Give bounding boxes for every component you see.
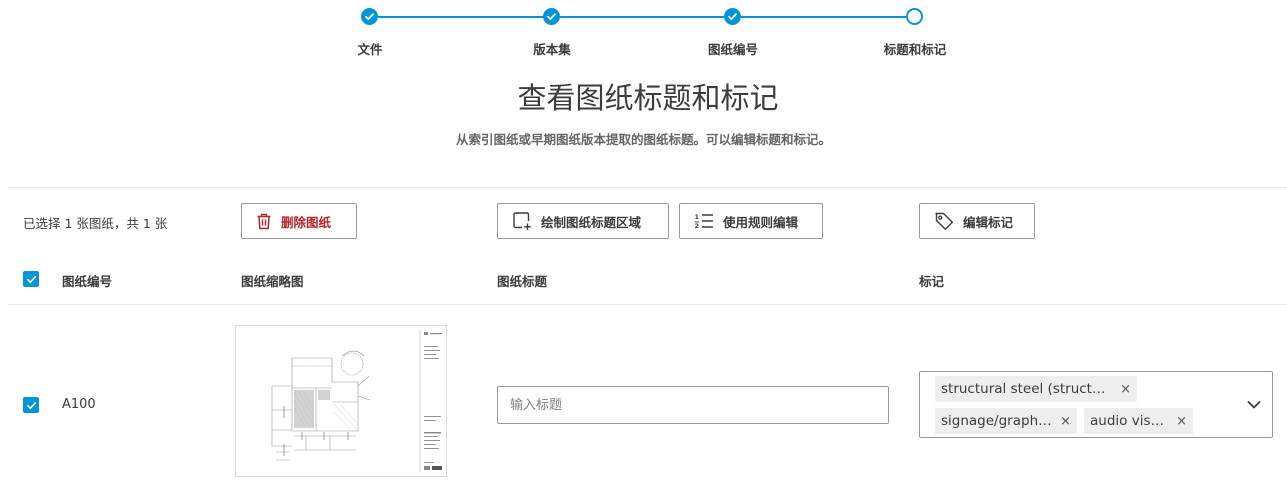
column-header-thumbnail: 图纸缩略图 (241, 274, 304, 289)
edit-with-rules-button[interactable]: 1 2 使用规则编辑 (679, 203, 823, 239)
svg-text:2: 2 (695, 222, 700, 230)
row-checkbox[interactable] (23, 397, 39, 413)
delete-sheet-label: 删除图纸 (281, 214, 332, 230)
tag-chip-label: signage/graphics (941, 413, 1053, 429)
column-header-tags[interactable]: 标记 (919, 271, 944, 290)
tag-chip: audio visual × (1084, 408, 1193, 434)
section-divider (8, 187, 1287, 188)
svg-text:1: 1 (695, 213, 700, 221)
step-3-label: 图纸编号 (707, 42, 759, 57)
edit-tags-button[interactable]: 编辑标记 (919, 203, 1035, 239)
step-1-label: 文件 (357, 42, 383, 57)
edit-with-rules-label: 使用规则编辑 (723, 214, 799, 230)
draw-title-region-button[interactable]: 绘制图纸标题区域 (497, 203, 669, 239)
column-header-title[interactable]: 图纸标题 (497, 271, 547, 290)
step-1-check-icon (361, 8, 378, 25)
chevron-down-icon[interactable] (1247, 400, 1261, 410)
floor-plan-drawing (271, 330, 442, 472)
remove-tag-icon[interactable]: × (1176, 414, 1187, 429)
page-subtitle: 从索引图纸或早期图纸版本提取的图纸标题。可以编辑标题和标记。 (455, 132, 831, 147)
select-all-checkbox[interactable] (23, 271, 39, 287)
progress-stepper: 文件 版本集 图纸编号 标题和标记 (0, 0, 1287, 60)
trash-icon (257, 213, 271, 229)
tags-multiselect[interactable]: structural steel (structu… × signage/gra… (919, 371, 1273, 438)
step-4-label: 标题和标记 (883, 42, 947, 57)
step-2-label: 版本集 (533, 42, 571, 57)
tag-chip: signage/graphics × (935, 408, 1077, 434)
sheet-thumbnail[interactable] (235, 325, 447, 477)
remove-tag-icon[interactable]: × (1120, 382, 1131, 397)
step-connector (378, 16, 544, 18)
delete-sheet-button[interactable]: 删除图纸 (241, 203, 357, 239)
step-3-check-icon (724, 8, 741, 25)
step-4-current-icon (906, 8, 923, 25)
step-2-check-icon (543, 8, 560, 25)
tag-chip-label: audio visual (1090, 413, 1169, 429)
draw-title-region-label: 绘制图纸标题区域 (541, 214, 642, 230)
draw-region-icon (513, 212, 531, 230)
sheet-number: A100 (62, 397, 96, 412)
step-connector (741, 16, 907, 18)
step-connector (560, 16, 726, 18)
tag-icon (935, 212, 953, 230)
sheet-title-input[interactable] (497, 386, 889, 424)
numbered-list-icon: 1 2 (694, 213, 713, 230)
edit-tags-label: 编辑标记 (963, 214, 1014, 230)
remove-tag-icon[interactable]: × (1060, 414, 1071, 429)
column-header-sheet-number[interactable]: 图纸编号 (62, 271, 112, 290)
header-divider (8, 304, 1287, 305)
tag-chip-label: structural steel (structu… (941, 381, 1113, 397)
page-title: 查看图纸标题和标记 (517, 81, 779, 115)
tag-chip: structural steel (structu… × (935, 376, 1137, 402)
selection-count: 已选择 1 张图纸，共 1 张 (23, 216, 168, 231)
